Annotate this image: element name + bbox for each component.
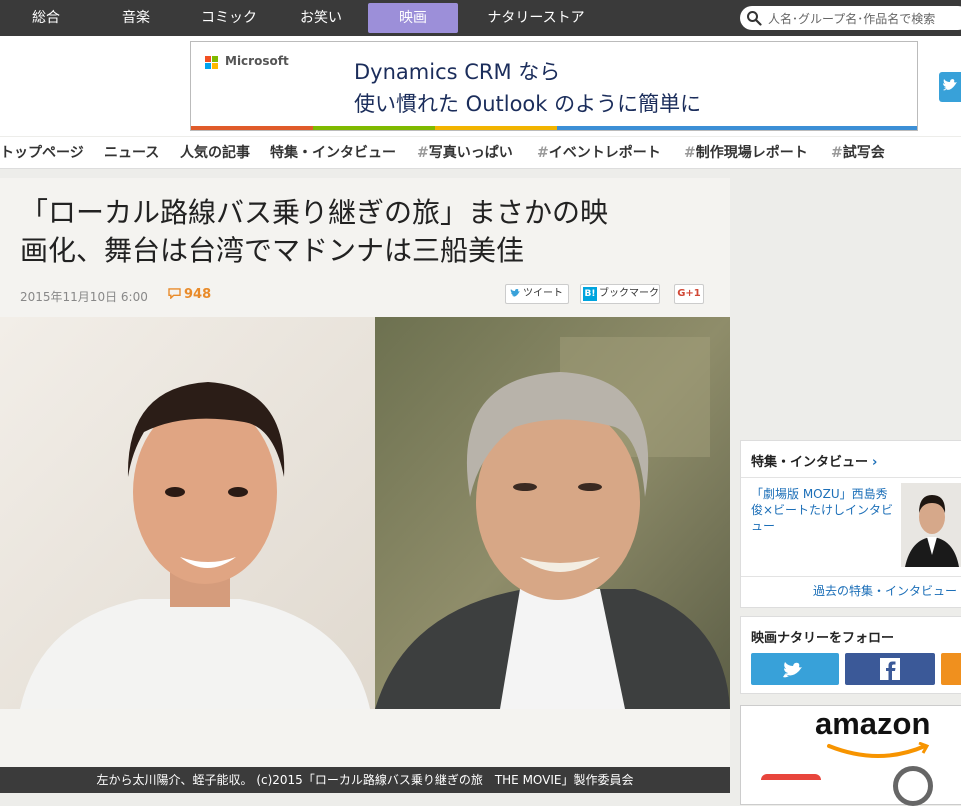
ad-stripe: [557, 126, 917, 130]
amazon-ad-product: [893, 766, 933, 806]
top-navigation: 総合 音楽 コミック お笑い 映画 ナタリーストア 人名･グループ名･作品名で検…: [0, 0, 961, 36]
hash-icon: #: [831, 145, 843, 161]
comment-count[interactable]: 948: [168, 287, 211, 302]
nav-item-comic[interactable]: コミック: [192, 0, 266, 36]
amazon-ad[interactable]: amazon: [740, 705, 961, 806]
subnav-production-report[interactable]: #制作現場レポート: [684, 137, 808, 169]
subnav-preview-label: 試写会: [842, 145, 885, 161]
article-date: 2015年11月10日 6:00: [20, 290, 148, 304]
subnav-event-label: イベントレポート: [548, 145, 661, 161]
sub-navigation: トップページ ニュース 人気の記事 特集・インタビュー #写真いっぱい #イベン…: [0, 137, 961, 169]
ad-stripe: [435, 126, 557, 130]
headline-line-2: 画化、舞台は台湾でマドンナは三船美佳: [20, 234, 525, 267]
subnav-feature[interactable]: 特集・インタビュー: [270, 137, 396, 169]
twitter-bird-icon: [509, 285, 523, 303]
search-input[interactable]: 人名･グループ名･作品名で検索: [740, 6, 961, 30]
subnav-photos[interactable]: #写真いっぱい: [417, 137, 513, 169]
nav-item-music[interactable]: 音楽: [108, 0, 164, 36]
nav-item-owarai[interactable]: お笑い: [290, 0, 352, 36]
follow-title: 映画ナタリーをフォロー: [751, 631, 895, 646]
tweet-button[interactable]: ツイート: [505, 284, 569, 304]
twitter-share-icon[interactable]: [939, 72, 961, 102]
nav-item-movie[interactable]: 映画: [368, 3, 458, 33]
subnav-event-report[interactable]: #イベントレポート: [537, 137, 661, 169]
search-icon: [747, 11, 762, 26]
article-photo: [0, 317, 730, 709]
hatena-b-icon: B!: [583, 287, 597, 301]
subnav-preview[interactable]: #試写会: [831, 137, 885, 169]
follow-twitter-button[interactable]: [751, 653, 839, 685]
ad-banner[interactable]: Microsoft Dynamics CRM なら 使い慣れた Outlook …: [190, 41, 918, 131]
article: 「ローカル路線バス乗り継ぎの旅」まさかの映 画化、舞台は台湾でマドンナは三船美佳…: [0, 178, 730, 793]
amazon-smile-icon: [827, 742, 930, 758]
subnav-popular[interactable]: 人気の記事: [180, 137, 250, 169]
feature-article-link[interactable]: 「劇場版 MOZU」西島秀俊×ビートたけしインタビュー: [751, 486, 897, 534]
amazon-logo: amazon: [815, 706, 931, 741]
feature-thumbnail[interactable]: [901, 483, 961, 567]
subnav-production-label: 制作現場レポート: [695, 145, 808, 161]
feature-title-label: 特集・インタビュー: [751, 455, 869, 470]
headline-line-1: 「ローカル路線バス乗り継ぎの旅」まさかの映: [20, 196, 609, 229]
feature-title[interactable]: 特集・インタビュー ›: [751, 451, 877, 470]
ad-stripe: [191, 126, 313, 130]
chevron-right-icon: ›: [872, 455, 878, 470]
article-headline: 「ローカル路線バス乗り継ぎの旅」まさかの映 画化、舞台は台湾でマドンナは三船美佳: [20, 194, 710, 270]
nav-item-store[interactable]: ナタリーストア: [476, 0, 596, 36]
follow-facebook-button[interactable]: [845, 653, 935, 685]
facebook-icon: [880, 658, 900, 680]
hatena-bookmark-button[interactable]: B! ブックマーク: [580, 284, 660, 304]
hash-icon: #: [417, 145, 429, 161]
ad-area: Microsoft Dynamics CRM なら 使い慣れた Outlook …: [0, 36, 961, 136]
comment-icon: [168, 288, 181, 300]
hash-icon: #: [537, 145, 549, 161]
feature-box: 特集・インタビュー › 「劇場版 MOZU」西島秀俊×ビートたけしインタビュー 過…: [740, 440, 961, 608]
google-plus-button[interactable]: G+1: [674, 284, 704, 304]
subnav-news[interactable]: ニュース: [104, 137, 159, 169]
tweet-label: ツイート: [523, 288, 563, 299]
subnav-photos-label: 写真いっぱい: [428, 145, 513, 161]
follow-rss-button[interactable]: [941, 653, 961, 685]
ad-stripe: [313, 126, 435, 130]
feature-archive-link[interactable]: 過去の特集・インタビュー: [813, 583, 957, 599]
twitter-icon: [783, 662, 802, 678]
subnav-top[interactable]: トップページ: [0, 137, 84, 169]
photo-caption: 左から太川陽介、蛭子能収。 (c)2015「ローカル路線バス乗り継ぎの旅 THE…: [0, 767, 730, 793]
search-placeholder: 人名･グループ名･作品名で検索: [768, 12, 936, 26]
bookmark-label: ブックマーク: [599, 288, 659, 299]
comment-count-value: 948: [184, 287, 212, 302]
hash-icon: #: [684, 145, 696, 161]
ad-brand: Microsoft: [225, 54, 289, 68]
ad-headline-1: Dynamics CRM なら: [354, 60, 561, 84]
amazon-ad-graphic: [761, 774, 821, 794]
nav-item-general[interactable]: 総合: [18, 0, 74, 36]
microsoft-logo-icon: [205, 56, 219, 70]
follow-box: 映画ナタリーをフォロー: [740, 616, 961, 694]
ad-headline-2: 使い慣れた Outlook のように簡単に: [354, 92, 702, 116]
